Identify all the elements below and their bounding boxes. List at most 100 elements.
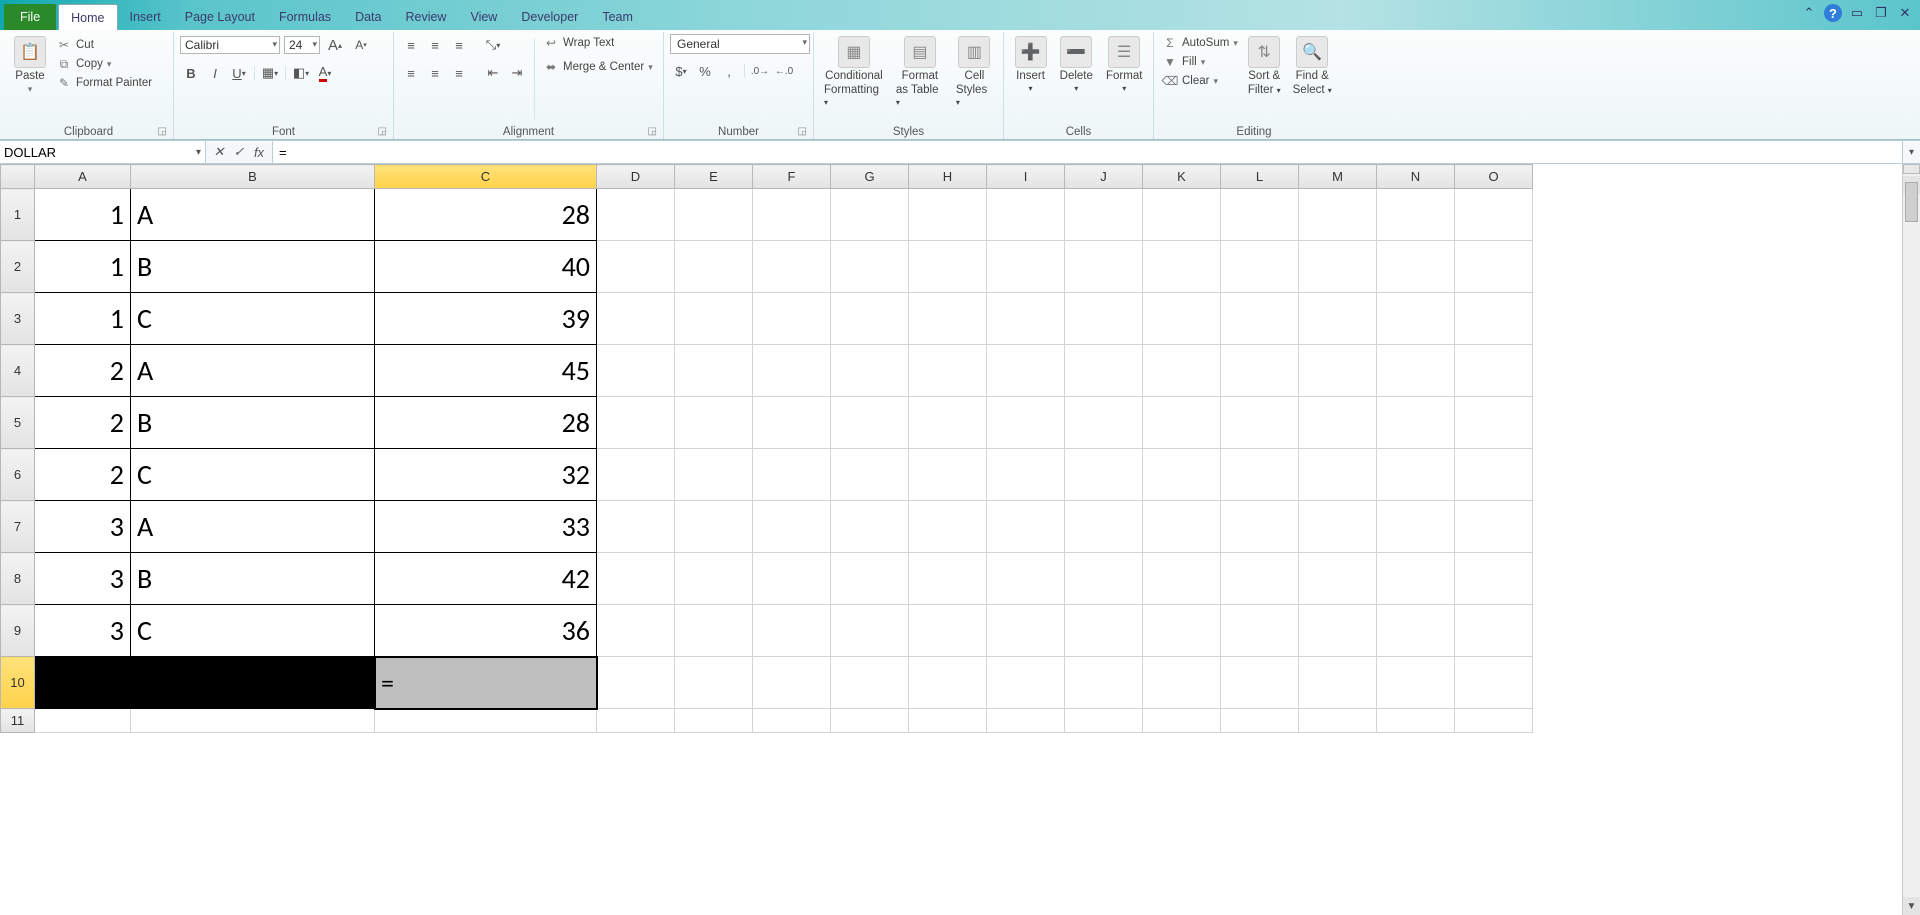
cell-I8[interactable] [987, 553, 1065, 605]
cell-B2[interactable]: B [131, 241, 375, 293]
cell-H6[interactable] [909, 449, 987, 501]
cell-C5[interactable]: 28 [375, 397, 597, 449]
col-header-N[interactable]: N [1377, 165, 1455, 189]
cell-A9[interactable]: 3 [35, 605, 131, 657]
enter-formula-button[interactable]: ✓ [230, 144, 248, 160]
cell-F7[interactable] [753, 501, 831, 553]
cell-B1[interactable]: A [131, 189, 375, 241]
cell-G10[interactable] [831, 657, 909, 709]
cell-F4[interactable] [753, 345, 831, 397]
cell-G9[interactable] [831, 605, 909, 657]
cell-I1[interactable] [987, 189, 1065, 241]
cell-K2[interactable] [1143, 241, 1221, 293]
cell-N5[interactable] [1377, 397, 1455, 449]
cell-L6[interactable] [1221, 449, 1299, 501]
cell-L11[interactable] [1221, 709, 1299, 733]
col-header-K[interactable]: K [1143, 165, 1221, 189]
row-header-2[interactable]: 2 [1, 241, 35, 293]
cell-C2[interactable]: 40 [375, 241, 597, 293]
row-header-6[interactable]: 6 [1, 449, 35, 501]
align-top-button[interactable]: ≡ [400, 34, 422, 56]
col-header-A[interactable]: A [35, 165, 131, 189]
cell-B11[interactable] [131, 709, 375, 733]
cell-E5[interactable] [675, 397, 753, 449]
cell-O1[interactable] [1455, 189, 1533, 241]
cell-H4[interactable] [909, 345, 987, 397]
cell-I6[interactable] [987, 449, 1065, 501]
cell-I9[interactable] [987, 605, 1065, 657]
cell-J7[interactable] [1065, 501, 1143, 553]
cell-G5[interactable] [831, 397, 909, 449]
align-center-button[interactable]: ≡ [424, 62, 446, 84]
cell-L4[interactable] [1221, 345, 1299, 397]
cell-B9[interactable]: C [131, 605, 375, 657]
cell-F10[interactable] [753, 657, 831, 709]
cell-F5[interactable] [753, 397, 831, 449]
cell-N11[interactable] [1377, 709, 1455, 733]
font-name-select[interactable]: Calibri▾ [180, 36, 280, 54]
cell-M5[interactable] [1299, 397, 1377, 449]
decrease-indent-button[interactable]: ⇤ [482, 62, 504, 84]
col-header-J[interactable]: J [1065, 165, 1143, 189]
cell-L1[interactable] [1221, 189, 1299, 241]
tab-view[interactable]: View [458, 4, 509, 30]
name-box[interactable]: DOLLAR ▾ [0, 141, 206, 163]
cell-G11[interactable] [831, 709, 909, 733]
cell-B5[interactable]: B [131, 397, 375, 449]
cell-J4[interactable] [1065, 345, 1143, 397]
window-minimize-icon[interactable]: ▭ [1848, 4, 1866, 22]
window-close-icon[interactable]: ✕ [1896, 4, 1914, 22]
cell-L9[interactable] [1221, 605, 1299, 657]
format-cells-button[interactable]: ☰Format▾ [1102, 34, 1146, 95]
dialog-launcher-icon[interactable]: ◲ [798, 126, 807, 137]
cell-E10[interactable] [675, 657, 753, 709]
cell-D7[interactable] [597, 501, 675, 553]
cell-O8[interactable] [1455, 553, 1533, 605]
cell-M4[interactable] [1299, 345, 1377, 397]
cell-O4[interactable] [1455, 345, 1533, 397]
split-handle[interactable] [1903, 164, 1920, 174]
cell-F6[interactable] [753, 449, 831, 501]
align-bottom-button[interactable]: ≡ [448, 34, 470, 56]
cell-D6[interactable] [597, 449, 675, 501]
cell-M6[interactable] [1299, 449, 1377, 501]
font-size-select[interactable]: 24▾ [284, 36, 320, 54]
select-all-corner[interactable] [1, 165, 35, 189]
cell-I2[interactable] [987, 241, 1065, 293]
col-header-L[interactable]: L [1221, 165, 1299, 189]
cell-C1[interactable]: 28 [375, 189, 597, 241]
tab-data[interactable]: Data [343, 4, 393, 30]
bold-button[interactable]: B [180, 62, 202, 84]
cell-F3[interactable] [753, 293, 831, 345]
cell-A11[interactable] [35, 709, 131, 733]
cell-K10[interactable] [1143, 657, 1221, 709]
cell-I5[interactable] [987, 397, 1065, 449]
cell-N3[interactable] [1377, 293, 1455, 345]
help-icon[interactable]: ? [1824, 4, 1842, 22]
fx-icon[interactable]: fx [250, 145, 268, 160]
tab-page-layout[interactable]: Page Layout [173, 4, 267, 30]
cell-O3[interactable] [1455, 293, 1533, 345]
autosum-button[interactable]: ΣAutoSum▾ [1160, 34, 1240, 52]
underline-button[interactable]: U▾ [228, 62, 250, 84]
cancel-formula-button[interactable]: ✕ [210, 144, 228, 160]
cell-K6[interactable] [1143, 449, 1221, 501]
accounting-format-button[interactable]: $▾ [670, 60, 692, 82]
wrap-text-button[interactable]: ↩Wrap Text [541, 34, 655, 52]
scroll-down-button[interactable]: ▼ [1903, 897, 1920, 915]
align-right-button[interactable]: ≡ [448, 62, 470, 84]
cell-L10[interactable] [1221, 657, 1299, 709]
cell-D8[interactable] [597, 553, 675, 605]
cell-L3[interactable] [1221, 293, 1299, 345]
cell-G6[interactable] [831, 449, 909, 501]
cell-D2[interactable] [597, 241, 675, 293]
col-header-O[interactable]: O [1455, 165, 1533, 189]
expand-formula-bar-button[interactable]: ▾ [1902, 141, 1920, 163]
row-header-7[interactable]: 7 [1, 501, 35, 553]
cell-A3[interactable]: 1 [35, 293, 131, 345]
tab-review[interactable]: Review [393, 4, 458, 30]
clear-button[interactable]: ⌫Clear▾ [1160, 72, 1240, 90]
cell-K3[interactable] [1143, 293, 1221, 345]
sort-filter-button[interactable]: ⇅Sort &Filter ▾ [1244, 34, 1285, 98]
cell-G2[interactable] [831, 241, 909, 293]
